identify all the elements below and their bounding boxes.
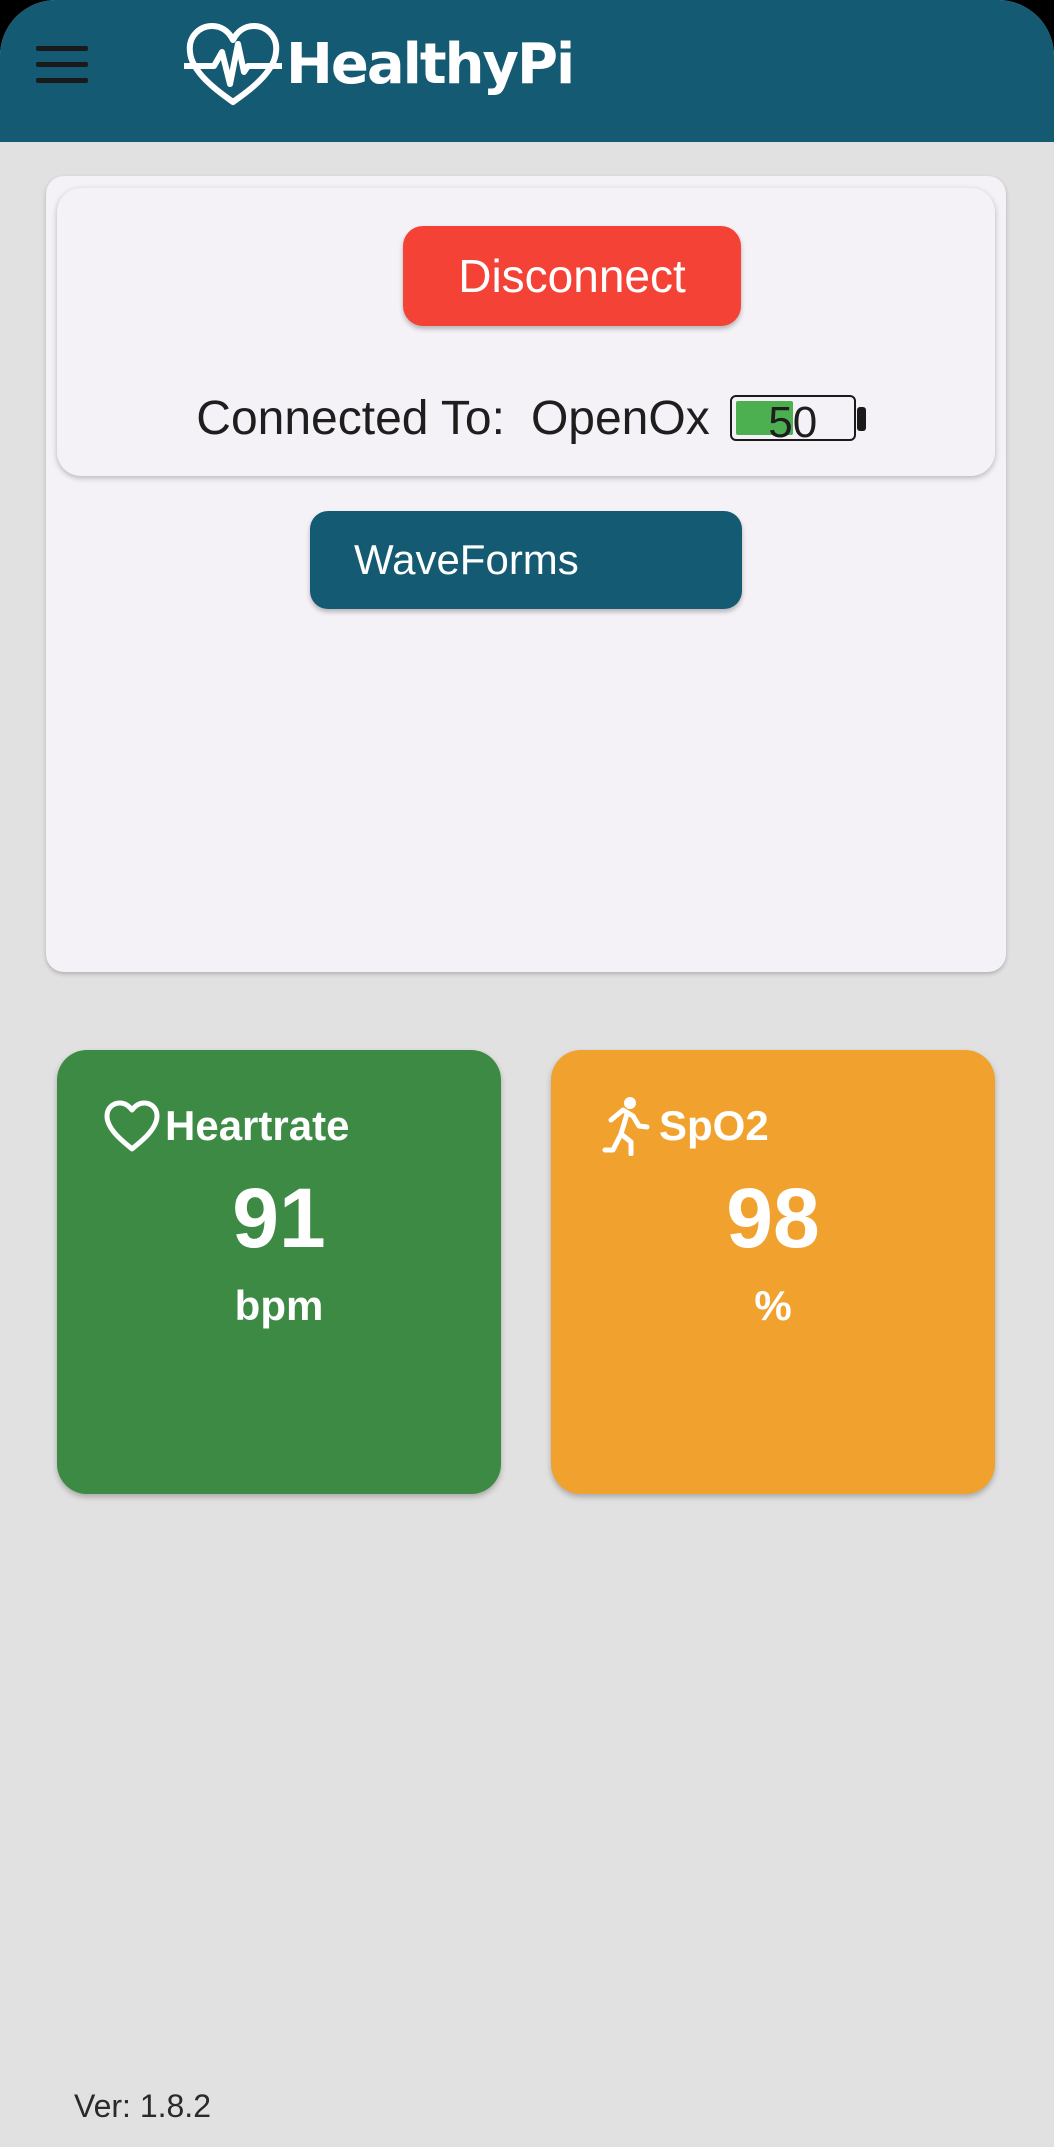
device-card: Disconnect Connected To: OpenOx 50 WaveF… [46, 176, 1006, 972]
heart-pulse-icon [184, 23, 282, 105]
heartrate-unit: bpm [234, 1282, 324, 1329]
app-bar: HealthyPi [0, 0, 1054, 142]
app-name: HealthyPi [286, 32, 575, 97]
spo2-tile[interactable]: SpO2 98 % [551, 1050, 995, 1494]
battery-indicator: 50 [729, 395, 866, 447]
heart-outline-icon [104, 1100, 160, 1152]
heartrate-title: Heartrate [165, 1102, 350, 1149]
disconnect-button[interactable]: Disconnect [403, 226, 741, 326]
battery-terminal [856, 407, 866, 431]
heartrate-tile[interactable]: Heartrate 91 bpm [57, 1050, 501, 1494]
app-screen: HealthyPi Disconnect Connected To: OpenO… [0, 0, 1054, 2147]
connection-status: Connected To: OpenOx 50 [57, 388, 995, 448]
hamburger-menu-icon[interactable] [36, 46, 90, 84]
version-label: Ver: 1.8.2 [74, 2088, 211, 2124]
connection-card: Disconnect Connected To: OpenOx 50 [57, 188, 995, 476]
app-logo: HealthyPi [184, 22, 575, 108]
heartrate-value: 91 [232, 1171, 326, 1265]
waveforms-button[interactable]: WaveForms [310, 511, 742, 609]
spo2-header: SpO2 [597, 1096, 769, 1156]
spo2-value: 98 [726, 1171, 820, 1265]
spo2-unit: % [754, 1282, 792, 1329]
device-name: OpenOx [530, 391, 710, 445]
battery-percent: 50 [768, 398, 818, 447]
heartrate-header: Heartrate [103, 1096, 349, 1156]
spo2-title: SpO2 [659, 1102, 769, 1149]
running-person-icon [602, 1097, 650, 1156]
connected-to-label: Connected To: [196, 391, 505, 445]
